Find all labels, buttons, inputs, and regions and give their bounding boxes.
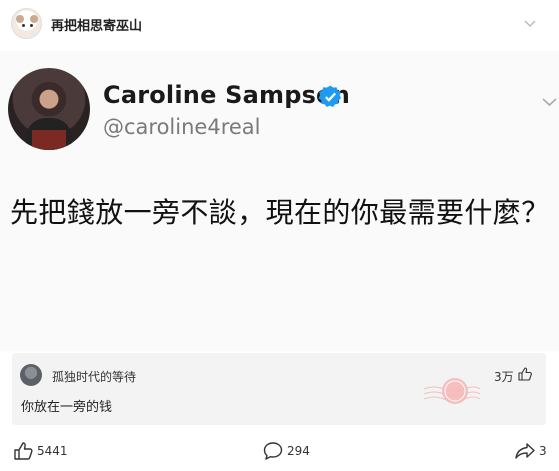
comment-text: 你放在一旁的钱 [21,400,113,415]
user-avatar[interactable] [11,8,42,39]
tweet-text: 先把錢放一旁不談，現在的你最需要什麼？ [10,196,550,229]
tweet-screenshot[interactable]: Caroline Sampson @caroline4real 先把錢放一旁不談… [0,51,559,351]
share-button[interactable]: 3 [514,440,547,462]
share-count: 3 [539,444,547,458]
top-comment[interactable]: 孤独时代的等待 你放在一旁的钱 3万 [12,353,546,425]
share-arrow-icon [515,443,535,459]
thumbs-up-icon [14,442,33,460]
chevron-down-icon[interactable] [523,17,537,31]
post-header: 再把相思寄巫山 [0,0,559,50]
tweet-author-avatar [8,68,90,150]
commenter-name[interactable]: 孤独时代的等待 [52,368,136,385]
like-count: 5441 [37,444,68,458]
verified-badge-icon [318,85,342,108]
comment-like-count: 3万 [494,370,514,384]
commenter-avatar[interactable] [20,364,42,386]
chevron-down-icon [542,98,557,107]
tweet-author-handle: @caroline4real [103,115,261,139]
post-author-name[interactable]: 再把相思寄巫山 [51,15,142,34]
thumbs-up-icon[interactable] [517,366,533,382]
comment-count: 294 [287,444,310,458]
watermark-stamp-icon [423,378,480,404]
tweet-author-name: Caroline Sampson [103,81,351,109]
comment-bubble-icon [263,442,283,460]
like-button[interactable]: 5441 [12,440,68,462]
comment-button[interactable]: 294 [262,440,310,462]
action-bar: 5441 294 3 [0,434,559,471]
